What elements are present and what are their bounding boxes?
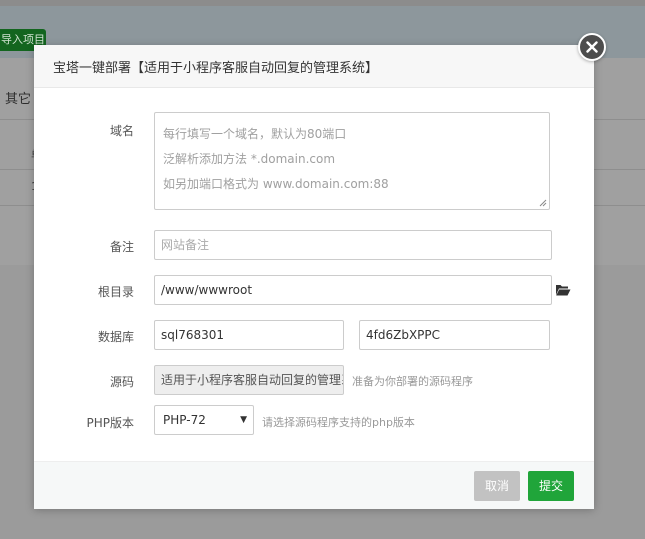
php-version-selected: PHP-72 (163, 413, 206, 427)
cancel-button[interactable]: 取消 (474, 471, 520, 501)
root-dir-label: 根目录 (97, 285, 134, 299)
database-password-input[interactable]: 4fd6ZbXPPC (359, 320, 550, 350)
domain-textarea[interactable]: 每行填写一个域名，默认为80端口 泛解析添加方法 *.domain.com 如另… (154, 112, 550, 210)
resize-handle-icon[interactable] (539, 199, 547, 207)
close-button[interactable] (578, 33, 606, 61)
remark-label: 备注 (109, 240, 134, 254)
domain-placeholder-line: 每行填写一个域名，默认为80端口 (163, 127, 347, 141)
php-version-hint: 请选择源码程序支持的php版本 (262, 416, 415, 429)
folder-open-icon[interactable] (555, 283, 571, 297)
domain-placeholder-line: 泛解析添加方法 *.domain.com (163, 152, 336, 166)
chevron-down-icon: ▼ (240, 415, 247, 425)
source-hint: 准备为你部署的源码程序 (352, 375, 473, 388)
modal-title: 宝塔一键部署【适用于小程序客服自动回复的管理系统】 (53, 61, 379, 76)
root-dir-input[interactable]: /www/wwwroot (154, 275, 552, 305)
modal-footer: 取消 提交 (34, 461, 594, 509)
modal-header: 宝塔一键部署【适用于小程序客服自动回复的管理系统】 (34, 45, 594, 88)
close-icon (586, 41, 598, 53)
source-label: 源码 (109, 375, 134, 389)
deploy-modal: 宝塔一键部署【适用于小程序客服自动回复的管理系统】 域名 每行填写一个域名，默认… (34, 45, 594, 509)
submit-button[interactable]: 提交 (528, 471, 574, 501)
php-version-select[interactable]: PHP-72 ▼ (154, 405, 254, 435)
remark-input[interactable]: 网站备注 (154, 230, 552, 260)
tab-other: 其它 (5, 92, 32, 107)
source-input: 适用于小程序客服自动回复的管理系统 (154, 365, 344, 395)
domain-label: 域名 (109, 124, 134, 138)
php-version-label: PHP版本 (86, 416, 135, 430)
domain-placeholder-line: 如另加端口格式为 www.domain.com:88 (163, 177, 389, 191)
database-name-input[interactable]: sql768301 (154, 320, 344, 350)
database-label: 数据库 (97, 330, 134, 344)
